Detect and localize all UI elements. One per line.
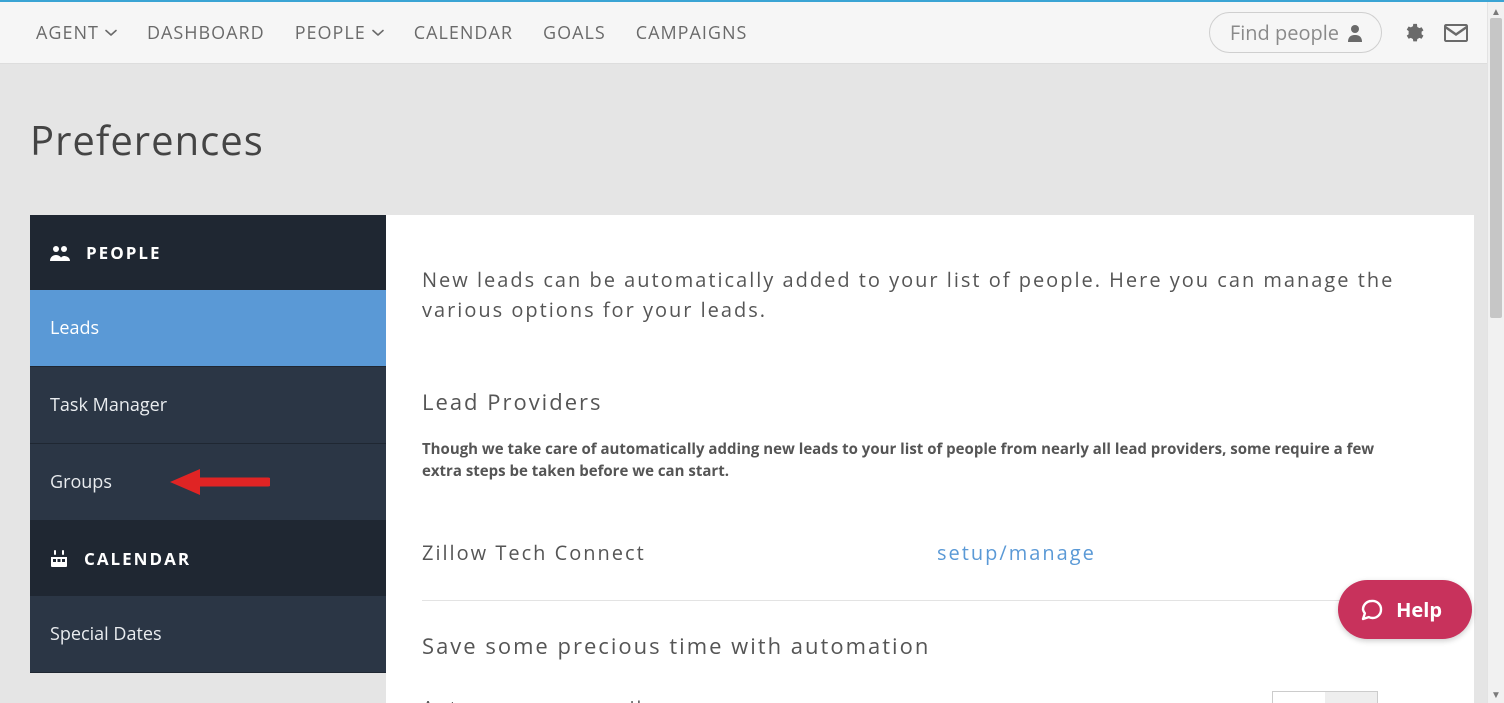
nav-dashboard[interactable]: DASHBOARD [147,21,265,45]
nav-goals[interactable]: GOALS [543,21,606,45]
sidebar-header-people: PEOPLE [30,215,386,290]
chevron-down-icon [105,27,117,39]
nav-left: AGENT DASHBOARD PEOPLE CALENDAR GOALS [36,21,747,45]
sidebar: PEOPLE Leads Task Manager Groups [30,215,386,673]
sidebar-item-leads[interactable]: Leads [30,290,386,367]
toggle-off-half: OFF [1325,692,1377,703]
top-nav: AGENT DASHBOARD PEOPLE CALENDAR GOALS [0,2,1504,64]
sidebar-item-label: Special Dates [50,622,162,646]
calendar-icon [50,550,68,568]
find-people-label: Find people [1230,19,1339,46]
toggle-on-half [1273,692,1325,703]
nav-campaigns[interactable]: CAMPAIGNS [636,21,748,45]
chevron-down-icon [372,27,384,39]
sidebar-item-label: Task Manager [50,393,167,417]
sidebar-item-special-dates[interactable]: Special Dates [30,596,386,673]
lead-providers-sub: Though we take care of automatically add… [422,439,1382,483]
sidebar-header-people-label: PEOPLE [86,241,162,264]
provider-setup-link[interactable]: setup/manage [937,539,1096,566]
nav-people[interactable]: PEOPLE [295,21,384,45]
people-icon [50,245,70,261]
automation-row: Auto-response email OFF [422,691,1438,703]
nav-campaigns-label: CAMPAIGNS [636,21,748,45]
chat-icon [1360,598,1384,622]
help-button[interactable]: Help [1338,580,1472,639]
nav-agent-label: AGENT [36,21,99,45]
nav-agent[interactable]: AGENT [36,21,117,45]
sidebar-header-calendar-label: CALENDAR [84,547,191,570]
scroll-up-arrow-icon[interactable]: ▲ [1488,4,1504,18]
page-title: Preferences [0,64,1504,215]
intro-text: New leads can be automatically added to … [422,265,1438,325]
content-row: PEOPLE Leads Task Manager Groups [0,215,1504,703]
provider-name: Zillow Tech Connect [422,539,937,566]
annotation-arrow-icon [170,465,270,499]
sidebar-header-calendar: CALENDAR [30,521,386,596]
scroll-thumb[interactable] [1490,18,1502,318]
gear-icon[interactable] [1402,22,1424,44]
main-panel: New leads can be automatically added to … [386,215,1474,703]
sidebar-item-label: Groups [50,470,112,494]
auto-response-toggle[interactable]: OFF [1272,691,1378,703]
nav-goals-label: GOALS [543,21,606,45]
automation-heading: Save some precious time with automation [422,631,1438,661]
mail-icon[interactable] [1444,24,1468,42]
nav-people-label: PEOPLE [295,21,366,45]
sidebar-item-task-manager[interactable]: Task Manager [30,367,386,444]
sidebar-item-label: Leads [50,316,99,340]
viewport: AGENT DASHBOARD PEOPLE CALENDAR GOALS [0,0,1504,703]
scroll-down-arrow-icon[interactable]: ▼ [1488,687,1504,701]
nav-calendar[interactable]: CALENDAR [414,21,513,45]
provider-row: Zillow Tech Connect setup/manage [422,539,1438,601]
lead-providers-heading: Lead Providers [422,387,1438,417]
nav-calendar-label: CALENDAR [414,21,513,45]
nav-dashboard-label: DASHBOARD [147,21,265,45]
find-people-button[interactable]: Find people [1209,12,1382,53]
person-icon [1347,24,1363,42]
sidebar-item-groups[interactable]: Groups [30,444,386,521]
nav-right: Find people [1209,12,1468,53]
automation-row-label: Auto-response email [422,695,643,703]
page-scrollbar[interactable]: ▲ ▼ [1487,2,1504,703]
help-label: Help [1396,596,1442,623]
